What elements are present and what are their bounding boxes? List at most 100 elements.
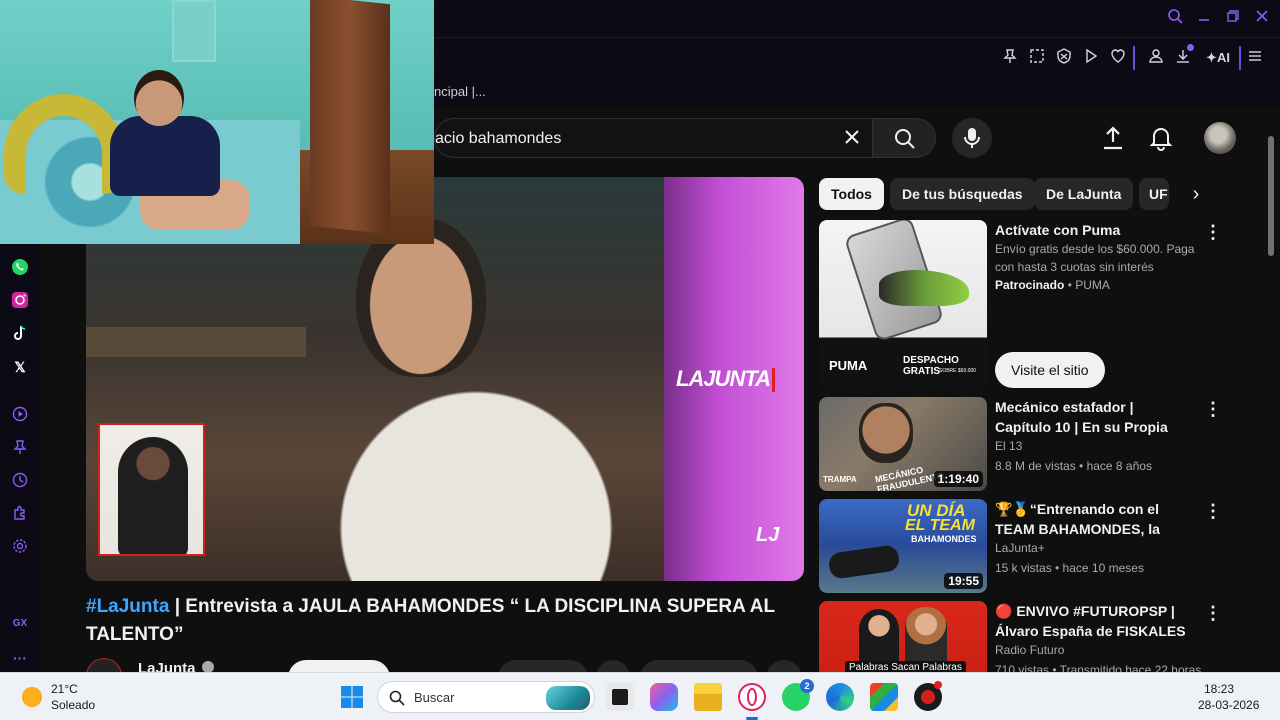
- toolbar-separator: [1239, 46, 1241, 70]
- puma-logo: PUMA: [829, 358, 868, 373]
- sponsored-label: Patrocinado: [995, 278, 1065, 292]
- whatsapp-icon[interactable]: [10, 258, 30, 278]
- recommendation-item[interactable]: Palabras Sacan Palabras 🔴 ENVIVO #FUTURO…: [819, 601, 1219, 673]
- history-icon[interactable]: [10, 472, 30, 492]
- recommendation-channel[interactable]: Radio Futuro: [995, 643, 1064, 657]
- pinboard-icon[interactable]: [10, 439, 30, 459]
- more-icon[interactable]: ···: [10, 648, 30, 668]
- windows-start-icon[interactable]: [340, 685, 364, 709]
- edge-icon[interactable]: [826, 683, 854, 711]
- ad-menu-icon[interactable]: ⋮: [1201, 220, 1225, 244]
- store-icon[interactable]: [870, 683, 898, 711]
- scrollbar-thumb[interactable]: [1268, 136, 1274, 256]
- pin-icon[interactable]: [1000, 48, 1020, 68]
- recommendation-menu-icon[interactable]: ⋮: [1201, 601, 1219, 625]
- chip-de-lajunta[interactable]: De LaJunta: [1034, 178, 1134, 210]
- minimize-icon[interactable]: [1193, 8, 1215, 30]
- extensions-icon[interactable]: [10, 505, 30, 525]
- upload-icon[interactable]: [1099, 124, 1127, 152]
- recommendation-title[interactable]: 🏆🥇“Entrenando con el TEAM BAHAMONDES, la…: [995, 499, 1191, 539]
- weather-sun-icon[interactable]: [22, 687, 42, 707]
- task-view-icon[interactable]: [606, 683, 634, 711]
- video-duration: 1:19:40: [933, 471, 983, 487]
- page-scrollbar[interactable]: [1268, 118, 1274, 658]
- ai-sparkle-icon: ✦: [1206, 50, 1217, 65]
- clock-date[interactable]: 28-03-2026: [1198, 698, 1259, 712]
- ad-sponsor: Patrocinado • PUMA: [995, 278, 1110, 292]
- tiktok-icon[interactable]: [10, 324, 30, 344]
- adblock-icon[interactable]: [1054, 48, 1074, 68]
- recommendation-thumbnail[interactable]: MECÁNICO FRAUDULENTO TRAMPA 1:19:40: [819, 397, 987, 491]
- taskbar-search[interactable]: Buscar: [377, 681, 595, 713]
- chip-partial[interactable]: UF: [1139, 178, 1169, 210]
- settings-gear-icon[interactable]: [10, 538, 30, 558]
- ai-label: AI: [1216, 50, 1230, 65]
- close-window-icon[interactable]: [1251, 8, 1273, 30]
- opera-gx-icon[interactable]: [738, 683, 766, 711]
- restore-icon[interactable]: [1222, 8, 1244, 30]
- play-icon[interactable]: [1081, 48, 1101, 68]
- video-title-text: | Entrevista a JAULA BAHAMONDES “ LA DIS…: [86, 596, 775, 645]
- recommendation-thumbnail[interactable]: Palabras Sacan Palabras: [819, 601, 987, 673]
- sign-language-interpreter: [118, 437, 188, 554]
- recommendation-channel[interactable]: El 13: [995, 439, 1022, 453]
- search-box[interactable]: acio bahamondes: [434, 118, 872, 158]
- weather-condition[interactable]: Soleado: [51, 698, 95, 712]
- browser-sidebar: 𝕏 GX ···: [0, 244, 40, 672]
- chevron-right-icon[interactable]: ›: [1184, 182, 1208, 206]
- heart-icon[interactable]: [1108, 48, 1128, 68]
- sponsor-name: PUMA: [1075, 278, 1110, 292]
- voice-search-button[interactable]: [952, 118, 992, 158]
- chip-todos[interactable]: Todos: [819, 178, 884, 210]
- search-input[interactable]: acio bahamondes: [435, 130, 561, 148]
- snapshot-icon[interactable]: [1027, 48, 1047, 68]
- recommendation-channel[interactable]: LaJunta+: [995, 541, 1045, 555]
- player-icon[interactable]: [10, 406, 30, 426]
- whatsapp-badge: 2: [800, 679, 814, 693]
- thumb-caption: EL TEAM: [905, 517, 975, 534]
- recommendation-item[interactable]: UN DÍA EL TEAM BAHAMONDES 19:55 🏆🥇“Entre…: [819, 499, 1222, 595]
- thumb-person: [827, 544, 901, 580]
- recommendation-title[interactable]: 🔴 ENVIVO #FUTUROPSP | Álvaro España de F…: [995, 601, 1191, 641]
- copilot-icon[interactable]: [650, 683, 678, 711]
- easy-setup-icon[interactable]: [1245, 48, 1265, 68]
- webcam-person: [110, 70, 250, 230]
- video-duration: 19:55: [944, 573, 983, 589]
- screen: ✦AI ncipal |... 𝕏 GX ··· acio bahamondes…: [0, 0, 1280, 720]
- recommendation-item[interactable]: MECÁNICO FRAUDULENTO TRAMPA 1:19:40 Mecá…: [819, 397, 1222, 493]
- taskbar-search-placeholder: Buscar: [414, 690, 455, 705]
- search-button[interactable]: [872, 118, 936, 158]
- bookmark-item[interactable]: ncipal |...: [434, 84, 486, 99]
- lajunta-watermark: LJ: [756, 524, 780, 546]
- thumb-brand: TRAMPA: [823, 475, 857, 484]
- recommendation-meta: 8.8 M de vistas • hace 8 años: [995, 459, 1152, 473]
- x-twitter-icon[interactable]: 𝕏: [10, 357, 30, 377]
- clock-time[interactable]: 18:23: [1204, 682, 1234, 696]
- file-explorer-icon[interactable]: [694, 683, 722, 711]
- notifications-bell-icon[interactable]: [1147, 124, 1175, 152]
- recommendation-thumbnail[interactable]: UN DÍA EL TEAM BAHAMONDES 19:55: [819, 499, 987, 593]
- chip-de-tus-busquedas[interactable]: De tus búsquedas: [890, 178, 1035, 210]
- ai-button[interactable]: ✦AI: [1202, 48, 1234, 68]
- recommendation-title[interactable]: Mecánico estafador | Capítulo 10 | En su…: [995, 397, 1191, 437]
- webcam-window: [172, 0, 216, 62]
- recommendation-menu-icon[interactable]: ⋮: [1201, 499, 1225, 523]
- video-hashtag[interactable]: #LaJunta: [86, 596, 169, 617]
- profile-icon[interactable]: [1146, 48, 1166, 68]
- clear-search-icon[interactable]: [838, 125, 866, 153]
- browser-search-icon[interactable]: [1164, 8, 1186, 30]
- thumb-person: [859, 609, 899, 669]
- ad-thumb-subtext: SOBRE $60.000: [939, 368, 976, 374]
- instagram-icon[interactable]: [10, 291, 30, 311]
- gx-corner-icon[interactable]: GX: [10, 614, 30, 634]
- lajunta-logo: LAJUNTA: [676, 366, 776, 393]
- ad-description: Envío gratis desde los $60.000. Paga con…: [995, 242, 1195, 274]
- video-frame-person: [266, 317, 686, 581]
- ad-title[interactable]: Actívate con Puma: [995, 222, 1120, 238]
- visit-site-button[interactable]: Visite el sitio: [995, 352, 1105, 388]
- recommendation-menu-icon[interactable]: ⋮: [1201, 397, 1225, 421]
- user-avatar[interactable]: [1204, 122, 1236, 154]
- weather-temperature[interactable]: 21°C: [51, 682, 78, 696]
- download-icon[interactable]: [1173, 44, 1194, 68]
- ad-thumbnail[interactable]: PUMA DESPACHO GRATIS SOBRE $60.000: [819, 220, 987, 388]
